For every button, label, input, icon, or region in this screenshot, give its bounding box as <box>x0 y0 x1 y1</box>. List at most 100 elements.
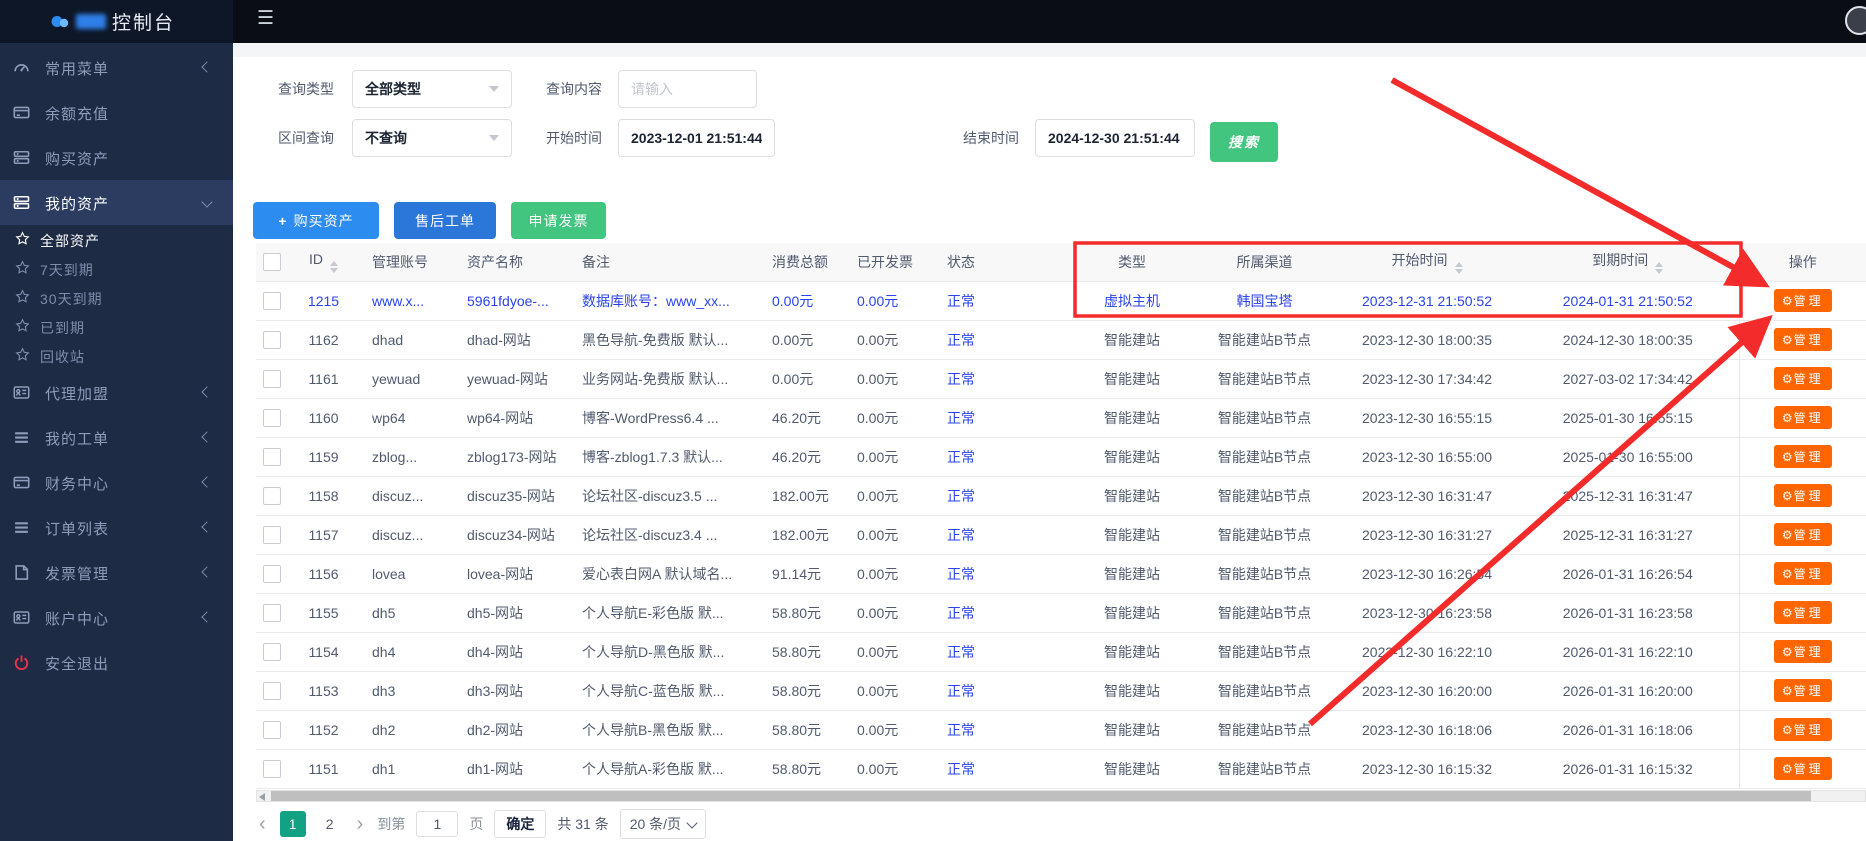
sidebar-item[interactable]: 代理加盟 <box>0 370 233 415</box>
row-checkbox[interactable] <box>263 565 281 583</box>
column-header: 操作 <box>1739 243 1866 281</box>
cell-name: lovea-网站 <box>455 554 570 593</box>
sidebar-item[interactable]: 余额充值 <box>0 90 233 135</box>
prev-page-icon[interactable]: ‹ <box>256 814 269 834</box>
page-number[interactable]: 1 <box>280 811 306 837</box>
end-time-input[interactable] <box>1035 119 1195 157</box>
manage-button[interactable]: ⚙管理 <box>1774 562 1832 585</box>
manage-button[interactable]: ⚙管理 <box>1774 367 1832 390</box>
sidebar-subitem[interactable]: 回收站 <box>0 341 233 370</box>
cell-start: 2023-12-30 18:00:35 <box>1337 320 1517 359</box>
row-checkbox[interactable] <box>263 643 281 661</box>
column-header[interactable]: 开始时间 <box>1337 243 1517 281</box>
cell-type: 智能建站 <box>1072 359 1192 398</box>
goto-page-input[interactable] <box>416 811 458 837</box>
status-link[interactable]: 正常 <box>947 488 975 504</box>
sidebar-item[interactable]: 我的工单 <box>0 415 233 460</box>
row-checkbox[interactable] <box>263 682 281 700</box>
column-header[interactable]: ID <box>287 243 360 281</box>
row-checkbox[interactable] <box>263 292 281 310</box>
cell-action: ⚙管理 <box>1739 671 1866 710</box>
apply-invoice-button[interactable]: 申请发票 <box>511 202 606 239</box>
sidebar-subitem[interactable]: 7天到期 <box>0 254 233 283</box>
status-link[interactable]: 正常 <box>947 722 975 738</box>
filter-type-select[interactable]: 全部类型 <box>352 70 512 108</box>
row-checkbox[interactable] <box>263 721 281 739</box>
row-checkbox[interactable] <box>263 370 281 388</box>
status-link[interactable]: 正常 <box>947 371 975 387</box>
list-icon <box>13 429 30 446</box>
sidebar-item[interactable]: 发票管理 <box>0 550 233 595</box>
manage-button[interactable]: ⚙管理 <box>1774 601 1832 624</box>
row-checkbox[interactable] <box>263 526 281 544</box>
filter-range-select[interactable]: 不查询 <box>352 119 512 157</box>
sort-icon[interactable] <box>1455 262 1463 274</box>
start-time-input[interactable] <box>618 119 775 157</box>
select-all-checkbox[interactable] <box>263 253 281 271</box>
cell-type: 智能建站 <box>1072 554 1192 593</box>
search-button[interactable]: 搜索 <box>1210 122 1278 162</box>
horizontal-scrollbar[interactable] <box>256 790 1866 802</box>
sort-icon[interactable] <box>330 261 338 273</box>
status-link[interactable]: 正常 <box>947 644 975 660</box>
cell-status: 正常 <box>935 749 1072 788</box>
status-link[interactable]: 正常 <box>947 761 975 777</box>
manage-button[interactable]: ⚙管理 <box>1774 640 1832 663</box>
idcard-icon <box>13 609 30 626</box>
sort-icon[interactable] <box>1655 262 1663 274</box>
cell-type: 智能建站 <box>1072 398 1192 437</box>
status-link[interactable]: 正常 <box>947 683 975 699</box>
sidebar-item[interactable]: 我的资产 <box>0 180 233 225</box>
status-link[interactable]: 正常 <box>947 410 975 426</box>
manage-button[interactable]: ⚙管理 <box>1774 679 1832 702</box>
sidebar-item[interactable]: 账户中心 <box>0 595 233 640</box>
next-page-icon[interactable]: › <box>354 814 367 834</box>
scrollbar-thumb[interactable] <box>271 791 1811 801</box>
sidebar-subitem[interactable]: 30天到期 <box>0 283 233 312</box>
hamburger-menu-icon[interactable]: ☰ <box>257 9 274 28</box>
row-checkbox[interactable] <box>263 760 281 778</box>
manage-button[interactable]: ⚙管理 <box>1774 328 1832 351</box>
gear-icon: ⚙ <box>1782 684 1793 698</box>
page-size-select[interactable]: 20 条/页 <box>620 809 706 839</box>
cell-end: 2027-03-02 17:34:42 <box>1517 359 1739 398</box>
cell-account: dh4 <box>360 632 455 671</box>
sidebar-item[interactable]: 常用菜单 <box>0 45 233 90</box>
manage-button[interactable]: ⚙管理 <box>1774 484 1832 507</box>
status-link[interactable]: 正常 <box>947 332 975 348</box>
sidebar-item[interactable]: 购买资产 <box>0 135 233 180</box>
status-link[interactable]: 正常 <box>947 293 975 309</box>
manage-button[interactable]: ⚙管理 <box>1774 289 1832 312</box>
filter-content-input[interactable] <box>618 70 757 108</box>
sidebar-subitem[interactable]: 全部资产 <box>0 225 233 254</box>
status-link[interactable]: 正常 <box>947 449 975 465</box>
row-checkbox[interactable] <box>263 331 281 349</box>
confirm-button[interactable]: 确定 <box>494 810 546 838</box>
sidebar-item[interactable]: 安全退出 <box>0 640 233 685</box>
sidebar-item[interactable]: 订单列表 <box>0 505 233 550</box>
status-link[interactable]: 正常 <box>947 566 975 582</box>
status-link[interactable]: 正常 <box>947 527 975 543</box>
row-checkbox[interactable] <box>263 604 281 622</box>
aftersale-ticket-button[interactable]: 售后工单 <box>394 202 496 239</box>
cell-account: discuz... <box>360 515 455 554</box>
page-number[interactable]: 2 <box>317 811 343 837</box>
cell-status: 正常 <box>935 398 1072 437</box>
row-checkbox[interactable] <box>263 409 281 427</box>
manage-button[interactable]: ⚙管理 <box>1774 757 1832 780</box>
row-checkbox[interactable] <box>263 487 281 505</box>
column-header[interactable]: 到期时间 <box>1517 243 1739 281</box>
status-link[interactable]: 正常 <box>947 605 975 621</box>
row-checkbox[interactable] <box>263 448 281 466</box>
sidebar-item[interactable]: 财务中心 <box>0 460 233 505</box>
scroll-left-icon[interactable] <box>259 793 265 801</box>
row-checkbox-cell <box>256 359 287 398</box>
manage-button[interactable]: ⚙管理 <box>1774 523 1832 546</box>
buy-asset-button[interactable]: +购买资产 <box>253 202 379 239</box>
manage-button[interactable]: ⚙管理 <box>1774 445 1832 468</box>
manage-button[interactable]: ⚙管理 <box>1774 406 1832 429</box>
user-avatar[interactable] <box>1845 6 1866 35</box>
select-all-header[interactable] <box>256 243 287 281</box>
sidebar-subitem[interactable]: 已到期 <box>0 312 233 341</box>
manage-button[interactable]: ⚙管理 <box>1774 718 1832 741</box>
